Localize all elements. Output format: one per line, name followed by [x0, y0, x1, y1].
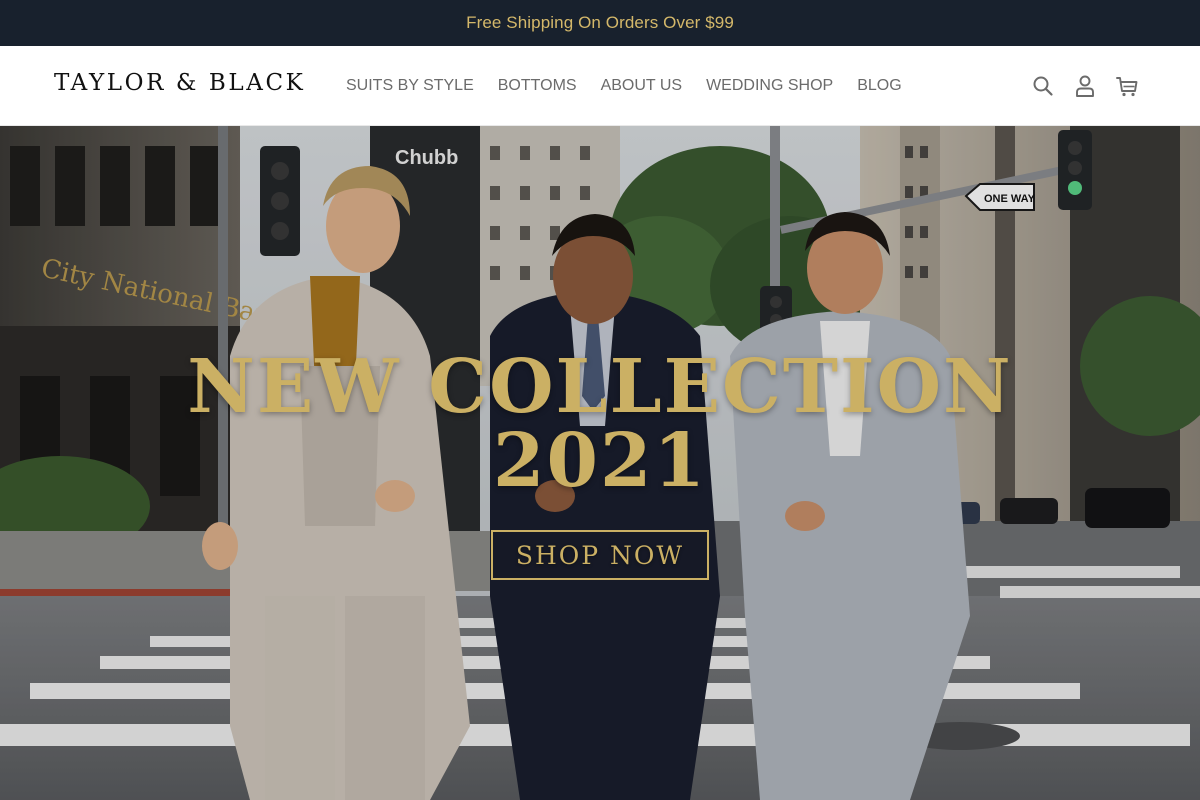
nav-item-bottoms[interactable]: BOTTOMS	[486, 77, 589, 95]
nav-item-blog[interactable]: BLOG	[845, 77, 913, 95]
cart-icon[interactable]	[1114, 73, 1140, 99]
account-icon[interactable]	[1072, 73, 1098, 99]
search-icon[interactable]	[1030, 73, 1056, 99]
logo[interactable]: TAYLOR & BLACK	[54, 70, 305, 96]
announcement-bar: Free Shipping On Orders Over $99	[0, 0, 1200, 46]
hero-title-line-2: 2021	[493, 418, 707, 504]
site-header: TAYLOR & BLACK SUITS BY STYLE BOTTOMS AB…	[0, 46, 1200, 126]
nav-item-wedding-shop[interactable]: WEDDING SHOP	[694, 77, 845, 95]
hero-banner: City National Bank Chubb ONE WAY NEW COL…	[0, 126, 1200, 800]
nav-item-suits-by-style[interactable]: SUITS BY STYLE	[334, 77, 486, 95]
header-icons	[1030, 46, 1140, 126]
nav-item-about-us[interactable]: ABOUT US	[589, 77, 695, 95]
main-nav: SUITS BY STYLE BOTTOMS ABOUT US WEDDING …	[334, 46, 914, 126]
shop-now-button[interactable]: SHOP NOW	[491, 530, 709, 580]
hero-title: NEW COLLECTION 2021	[0, 350, 1200, 498]
announcement-text: Free Shipping On Orders Over $99	[466, 13, 734, 32]
hero-title-line-1: NEW COLLECTION	[187, 344, 1013, 430]
